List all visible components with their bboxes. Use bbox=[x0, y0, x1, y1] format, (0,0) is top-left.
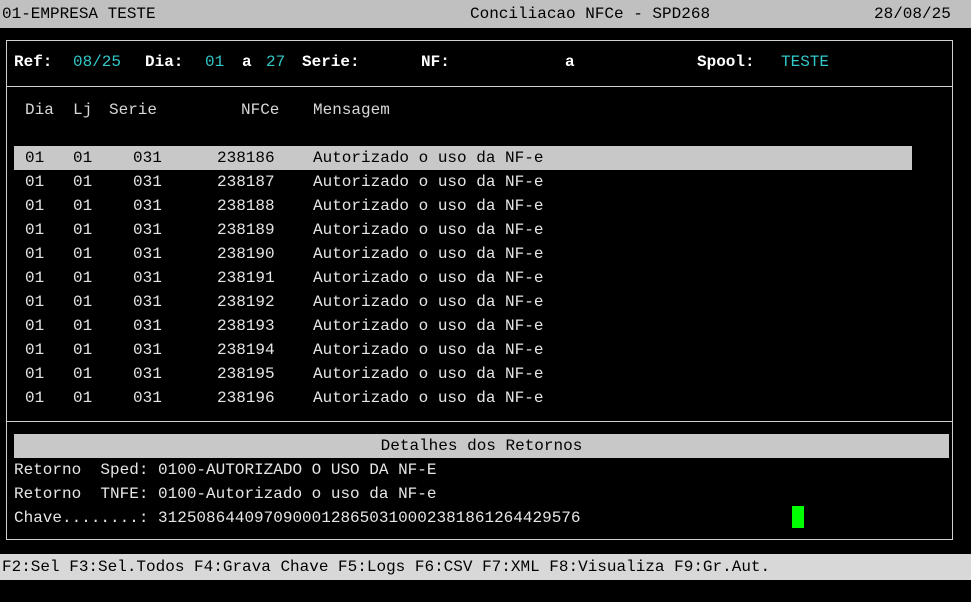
cell-nfce: 238193 bbox=[217, 317, 275, 335]
serie-label: Serie: bbox=[302, 53, 360, 71]
cell-lj: 01 bbox=[73, 245, 93, 263]
tnfe-return-line: Retorno TNFE: 0100-Autorizado o uso da N… bbox=[14, 485, 437, 503]
table-row[interactable]: 01 01 031 238195 Autorizado o uso da NF-e bbox=[14, 362, 912, 386]
cell-serie: 031 bbox=[133, 149, 162, 167]
function-key-bar: F2:Sel F3:Sel.Todos F4:Grava Chave F5:Lo… bbox=[0, 554, 971, 580]
table-row[interactable]: 01 01 031 238192 Autorizado o uso da NF-e bbox=[14, 290, 912, 314]
cell-nfce: 238196 bbox=[217, 389, 275, 407]
table-row[interactable]: 01 01 031 238188 Autorizado o uso da NF-e bbox=[14, 194, 912, 218]
company-name: 01-EMPRESA TESTE bbox=[2, 5, 156, 23]
nf-to-label: a bbox=[565, 53, 575, 71]
dia-to-input[interactable]: 27 bbox=[266, 50, 285, 74]
sped-return-line: Retorno Sped: 0100-AUTORIZADO O USO DA N… bbox=[14, 461, 437, 479]
cell-serie: 031 bbox=[133, 173, 162, 191]
table-row[interactable]: 01 01 031 238189 Autorizado o uso da NF-e bbox=[14, 218, 912, 242]
cell-lj: 01 bbox=[73, 197, 93, 215]
cell-lj: 01 bbox=[73, 149, 93, 167]
cell-lj: 01 bbox=[73, 173, 93, 191]
cell-serie: 031 bbox=[133, 293, 162, 311]
cell-nfce: 238192 bbox=[217, 293, 275, 311]
cell-mensagem: Autorizado o uso da NF-e bbox=[313, 173, 544, 191]
cell-dia: 01 bbox=[25, 197, 45, 215]
col-dia: Dia bbox=[25, 101, 54, 119]
cell-lj: 01 bbox=[73, 317, 93, 335]
function-keys-text[interactable]: F2:Sel F3:Sel.Todos F4:Grava Chave F5:Lo… bbox=[2, 555, 770, 579]
table-row[interactable]: 01 01 031 238193 Autorizado o uso da NF-e bbox=[14, 314, 912, 338]
table-row[interactable]: 01 01 031 238196 Autorizado o uso da NF-e bbox=[14, 386, 912, 410]
chave-line: Chave........: 3125086440970900012865031… bbox=[14, 509, 581, 527]
current-date: 28/08/25 bbox=[874, 5, 951, 23]
cell-mensagem: Autorizado o uso da NF-e bbox=[313, 269, 544, 287]
dia-from-input[interactable]: 01 bbox=[205, 50, 224, 74]
cell-nfce: 238194 bbox=[217, 341, 275, 359]
dia-label: Dia: bbox=[145, 53, 184, 71]
cell-dia: 01 bbox=[25, 365, 45, 383]
cell-dia: 01 bbox=[25, 317, 45, 335]
cell-serie: 031 bbox=[133, 389, 162, 407]
cell-nfce: 238190 bbox=[217, 245, 275, 263]
cell-mensagem: Autorizado o uso da NF-e bbox=[313, 317, 544, 335]
divider-filters bbox=[6, 86, 953, 87]
cell-nfce: 238187 bbox=[217, 173, 275, 191]
cell-serie: 031 bbox=[133, 221, 162, 239]
table-row[interactable]: 01 01 031 238186 Autorizado o uso da NF-e bbox=[14, 146, 912, 170]
cell-mensagem: Autorizado o uso da NF-e bbox=[313, 149, 544, 167]
table-row[interactable]: 01 01 031 238191 Autorizado o uso da NF-e bbox=[14, 266, 912, 290]
col-nfce: NFCe bbox=[241, 101, 280, 119]
cell-serie: 031 bbox=[133, 317, 162, 335]
cell-lj: 01 bbox=[73, 365, 93, 383]
col-serie: Serie bbox=[109, 101, 158, 119]
cell-mensagem: Autorizado o uso da NF-e bbox=[313, 245, 544, 263]
col-mensagem: Mensagem bbox=[313, 101, 390, 119]
table-row[interactable]: 01 01 031 238187 Autorizado o uso da NF-e bbox=[14, 170, 912, 194]
cell-dia: 01 bbox=[25, 173, 45, 191]
cell-nfce: 238186 bbox=[217, 149, 275, 167]
cell-dia: 01 bbox=[25, 269, 45, 287]
ref-input[interactable]: 08/25 bbox=[73, 50, 121, 74]
cell-dia: 01 bbox=[25, 389, 45, 407]
cell-lj: 01 bbox=[73, 389, 93, 407]
cell-lj: 01 bbox=[73, 293, 93, 311]
cell-serie: 031 bbox=[133, 197, 162, 215]
nf-label: NF: bbox=[421, 53, 450, 71]
text-cursor bbox=[792, 506, 804, 528]
ref-label: Ref: bbox=[14, 53, 53, 71]
cell-dia: 01 bbox=[25, 221, 45, 239]
col-lj: Lj bbox=[73, 101, 93, 119]
cell-serie: 031 bbox=[133, 365, 162, 383]
cell-serie: 031 bbox=[133, 341, 162, 359]
cell-lj: 01 bbox=[73, 221, 93, 239]
dia-to-label: a bbox=[242, 53, 252, 71]
spool-label: Spool: bbox=[697, 53, 755, 71]
cell-lj: 01 bbox=[73, 269, 93, 287]
cell-dia: 01 bbox=[25, 149, 45, 167]
title-bar: 01-EMPRESA TESTE Conciliacao NFCe - SPD2… bbox=[0, 0, 971, 28]
cell-nfce: 238195 bbox=[217, 365, 275, 383]
cell-dia: 01 bbox=[25, 293, 45, 311]
cell-lj: 01 bbox=[73, 341, 93, 359]
cell-mensagem: Autorizado o uso da NF-e bbox=[313, 293, 544, 311]
cell-dia: 01 bbox=[25, 245, 45, 263]
cell-nfce: 238191 bbox=[217, 269, 275, 287]
cell-dia: 01 bbox=[25, 341, 45, 359]
cell-mensagem: Autorizado o uso da NF-e bbox=[313, 341, 544, 359]
cell-nfce: 238188 bbox=[217, 197, 275, 215]
cell-mensagem: Autorizado o uso da NF-e bbox=[313, 197, 544, 215]
cell-serie: 031 bbox=[133, 269, 162, 287]
cell-nfce: 238189 bbox=[217, 221, 275, 239]
spool-input[interactable]: TESTE bbox=[781, 50, 829, 74]
divider-details bbox=[6, 421, 953, 422]
cell-mensagem: Autorizado o uso da NF-e bbox=[313, 221, 544, 239]
details-header: Detalhes dos Retornos bbox=[14, 434, 949, 458]
table-row[interactable]: 01 01 031 238190 Autorizado o uso da NF-e bbox=[14, 242, 912, 266]
screen-title: Conciliacao NFCe - SPD268 bbox=[470, 5, 711, 23]
cell-serie: 031 bbox=[133, 245, 162, 263]
cell-mensagem: Autorizado o uso da NF-e bbox=[313, 365, 544, 383]
table-row[interactable]: 01 01 031 238194 Autorizado o uso da NF-e bbox=[14, 338, 912, 362]
cell-mensagem: Autorizado o uso da NF-e bbox=[313, 389, 544, 407]
